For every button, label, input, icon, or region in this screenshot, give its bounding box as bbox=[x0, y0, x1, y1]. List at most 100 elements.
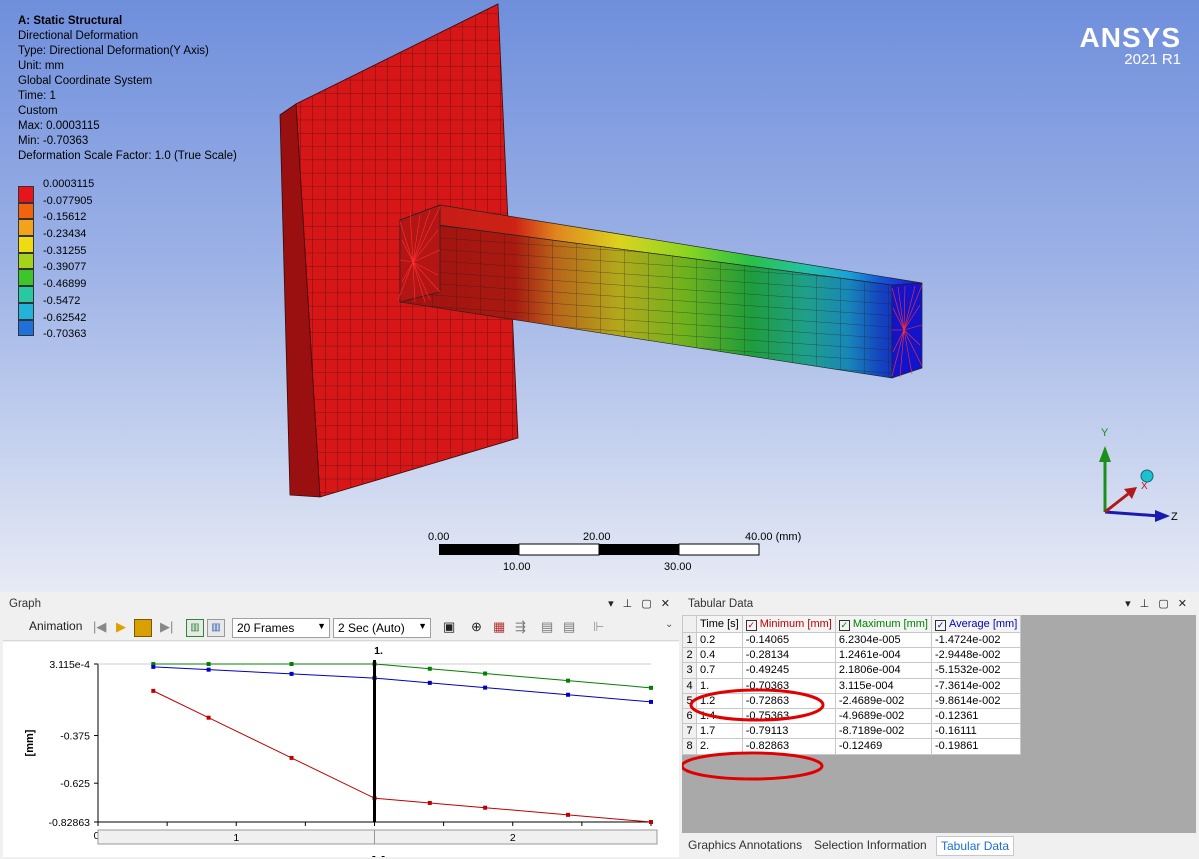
row-index: 1 bbox=[682, 631, 697, 649]
table-row[interactable]: 2 0.4 -0.28134 1.2461e-004 -2.9448e-002 bbox=[682, 647, 1022, 664]
pane-controls[interactable]: ▾ ⊥ ▢ ✕ bbox=[608, 597, 673, 610]
series-point bbox=[566, 812, 571, 817]
series-point bbox=[289, 755, 294, 760]
row-index: 5 bbox=[682, 692, 697, 709]
series-point bbox=[206, 662, 211, 667]
average-checkbox[interactable]: ✓ bbox=[935, 619, 946, 631]
frames-select[interactable]: 20 Frames ▼ bbox=[232, 618, 330, 638]
zoom-icon[interactable]: ⊕ bbox=[471, 619, 482, 637]
table-header-row: Time [s] ✓ Minimum [mm] ✓ Maximum [mm] ✓ Av… bbox=[682, 615, 1022, 633]
table-cell: -4.9689e-002 bbox=[834, 707, 933, 725]
table-cell: -0.72863 bbox=[741, 692, 836, 709]
table-row[interactable]: 6 1.4 -0.75363 -4.9689e-002 -0.12361 bbox=[682, 707, 1022, 725]
chart-options-icon[interactable]: ⊩ bbox=[593, 619, 604, 637]
table-row[interactable]: 1 0.2 -0.14065 6.2304e-005 -1.4724e-002 bbox=[682, 631, 1022, 649]
deformation-chart[interactable]: 3.115e-4-0.375-0.625-0.828630.0.250.50.7… bbox=[3, 642, 679, 859]
table-cell: -0.19861 bbox=[930, 738, 1022, 755]
stop-icon[interactable] bbox=[134, 619, 152, 637]
scale-label-30: 30.00 bbox=[664, 561, 692, 573]
series-point bbox=[649, 685, 653, 690]
y-tick-label: -0.625 bbox=[60, 778, 90, 790]
tab-selection-information[interactable]: Selection Information bbox=[814, 838, 927, 852]
table-cell: 1.7 bbox=[696, 723, 743, 740]
series-point bbox=[483, 685, 488, 690]
step-bar bbox=[97, 829, 658, 845]
result-sets-icon[interactable]: ▥ bbox=[207, 619, 225, 637]
pane-controls[interactable]: ▾ ⊥ ▢ ✕ bbox=[1125, 597, 1190, 610]
scale-bar bbox=[439, 543, 760, 556]
series-line bbox=[153, 690, 652, 823]
time-header[interactable]: Time [s] bbox=[696, 615, 743, 633]
y-axis-label: [mm] bbox=[24, 729, 36, 756]
table-cell: -0.79113 bbox=[741, 723, 836, 740]
series-point bbox=[649, 820, 653, 824]
series-point bbox=[483, 805, 488, 810]
speed-value: 2 Sec (Auto) bbox=[338, 621, 405, 635]
play-icon[interactable]: ▶ bbox=[116, 619, 126, 637]
last-frame-icon[interactable]: ▶| bbox=[160, 619, 173, 637]
tab-graphics-annotations[interactable]: Graphics Annotations bbox=[688, 838, 802, 852]
tab-tabular-data[interactable]: Tabular Data bbox=[936, 836, 1015, 856]
maximum-checkbox[interactable]: ✓ bbox=[838, 619, 850, 631]
table-row[interactable]: 7 1.7 -0.79113 -8.7189e-002 -0.16111 bbox=[682, 723, 1022, 740]
minimum-checkbox[interactable]: ✓ bbox=[745, 619, 757, 631]
row-index: 4 bbox=[682, 677, 697, 694]
toolbar-overflow-icon[interactable]: ⌄ bbox=[665, 619, 673, 637]
scale-label-20: 20.00 bbox=[583, 531, 611, 543]
graph-title: Graph bbox=[9, 598, 41, 610]
minimum-header[interactable]: ✓ Minimum [mm] bbox=[741, 615, 836, 633]
row-index: 2 bbox=[682, 647, 697, 664]
graphics-viewport[interactable]: A: Static Structural Directional Deforma… bbox=[0, 0, 1199, 592]
copy-icon[interactable]: ▤ bbox=[541, 619, 553, 637]
table-cell: 1.2 bbox=[696, 692, 743, 709]
series-point bbox=[151, 688, 156, 693]
table-cell: -9.8614e-002 bbox=[930, 692, 1022, 709]
plot-area[interactable]: 3.115e-4-0.375-0.625-0.828630.0.250.50.7… bbox=[3, 642, 679, 859]
paste-icon[interactable]: ▤ bbox=[563, 619, 575, 637]
table-cell: -0.28134 bbox=[741, 647, 836, 664]
table-cell: -7.3614e-002 bbox=[930, 677, 1022, 694]
scale-label-40: 40.00 (mm) bbox=[745, 531, 802, 543]
table-cell: 0.2 bbox=[696, 631, 743, 649]
table-row[interactable]: 3 0.7 -0.49245 2.1806e-004 -5.1532e-002 bbox=[682, 662, 1022, 679]
table-row[interactable]: 4 1. -0.70363 3.115e-004 -7.3614e-002 bbox=[682, 677, 1022, 694]
series-point bbox=[427, 800, 432, 805]
triad-z-label: Z bbox=[1171, 511, 1178, 523]
table-cell: 0.7 bbox=[696, 662, 743, 679]
color-bars-icon[interactable]: ▦ bbox=[493, 619, 505, 637]
series-point bbox=[427, 666, 432, 671]
series-point bbox=[151, 664, 156, 669]
average-header[interactable]: ✓ Average [mm] bbox=[930, 615, 1022, 633]
chevron-down-icon: ▼ bbox=[418, 621, 427, 631]
probe-icon[interactable]: ⇶ bbox=[515, 619, 526, 637]
table-area: Time [s] ✓ Minimum [mm] ✓ Maximum [mm] ✓ Av… bbox=[682, 615, 1196, 833]
maximum-header[interactable]: ✓ Maximum [mm] bbox=[834, 615, 933, 633]
time-header-label: Time [s] bbox=[700, 618, 739, 630]
maximum-header-label: Maximum [mm] bbox=[852, 617, 928, 630]
tabular-data-table: Time [s] ✓ Minimum [mm] ✓ Maximum [mm] ✓ Av… bbox=[682, 615, 1022, 755]
table-cell: -5.1532e-002 bbox=[930, 662, 1022, 679]
animation-label: Animation bbox=[29, 619, 83, 633]
row-index: 3 bbox=[682, 662, 697, 679]
distributed-frames-icon[interactable]: ▥ bbox=[186, 619, 204, 637]
scale-label-0: 0.00 bbox=[428, 531, 450, 543]
first-frame-icon[interactable]: |◀ bbox=[93, 619, 106, 637]
series-point bbox=[427, 680, 432, 685]
table-cell: 0.4 bbox=[696, 647, 743, 664]
speed-select[interactable]: 2 Sec (Auto) ▼ bbox=[333, 618, 431, 638]
table-cell: 2.1806e-004 bbox=[834, 662, 933, 679]
series-point bbox=[649, 699, 653, 704]
chevron-down-icon: ▼ bbox=[317, 621, 326, 631]
coordinate-triad[interactable] bbox=[1099, 446, 1170, 522]
model-scene[interactable]: Y Z X bbox=[0, 0, 1199, 592]
frames-value: 20 Frames bbox=[237, 621, 295, 635]
step-label: 1 bbox=[233, 832, 239, 844]
table-row[interactable]: 8 2. -0.82863 -0.12469 -0.19861 bbox=[682, 738, 1022, 755]
table-cell: -0.70363 bbox=[741, 677, 836, 694]
triad-y-label: Y bbox=[1101, 427, 1109, 439]
annotation-circle-row8 bbox=[682, 751, 824, 781]
export-video-icon[interactable]: ▣ bbox=[443, 619, 455, 637]
table-row[interactable]: 5 1.2 -0.72863 -2.4689e-002 -9.8614e-002 bbox=[682, 692, 1022, 709]
table-cell: -0.82863 bbox=[741, 738, 836, 755]
table-cell: -8.7189e-002 bbox=[834, 723, 933, 740]
